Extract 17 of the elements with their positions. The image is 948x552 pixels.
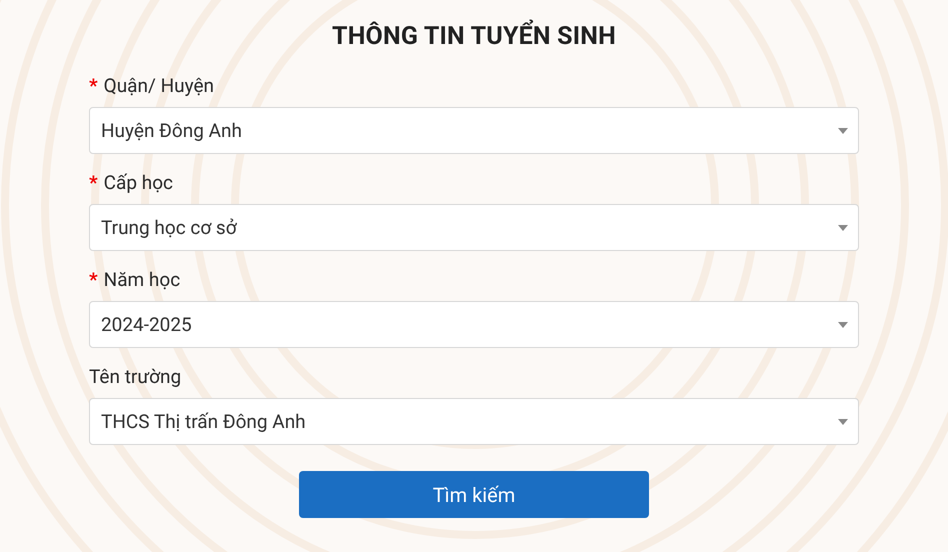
required-asterisk: * (89, 170, 98, 194)
field-label: Năm học (104, 268, 180, 290)
required-asterisk: * (89, 268, 98, 290)
dropdown-field[interactable]: Huyện Đông Anh (89, 107, 859, 154)
dropdown-field[interactable]: Trung học cơ sở (89, 204, 859, 251)
field-label: Tên trường (89, 364, 182, 388)
search-button[interactable]: Tìm kiếm (299, 471, 649, 518)
caret-icon (838, 128, 848, 134)
field-label: Quận/ Huyện (104, 74, 214, 96)
field-label: Cấp học (104, 170, 173, 194)
page-title: THÔNG TIN TUYỂN SINH (332, 22, 616, 51)
caret-icon (838, 418, 848, 424)
dropdown-field[interactable]: 2024-2025 (89, 301, 859, 348)
required-asterisk: * (89, 74, 98, 96)
caret-icon (838, 322, 848, 328)
caret-icon (838, 224, 848, 230)
dropdown-field[interactable]: THCS Thị trấn Đông Anh (89, 398, 859, 445)
